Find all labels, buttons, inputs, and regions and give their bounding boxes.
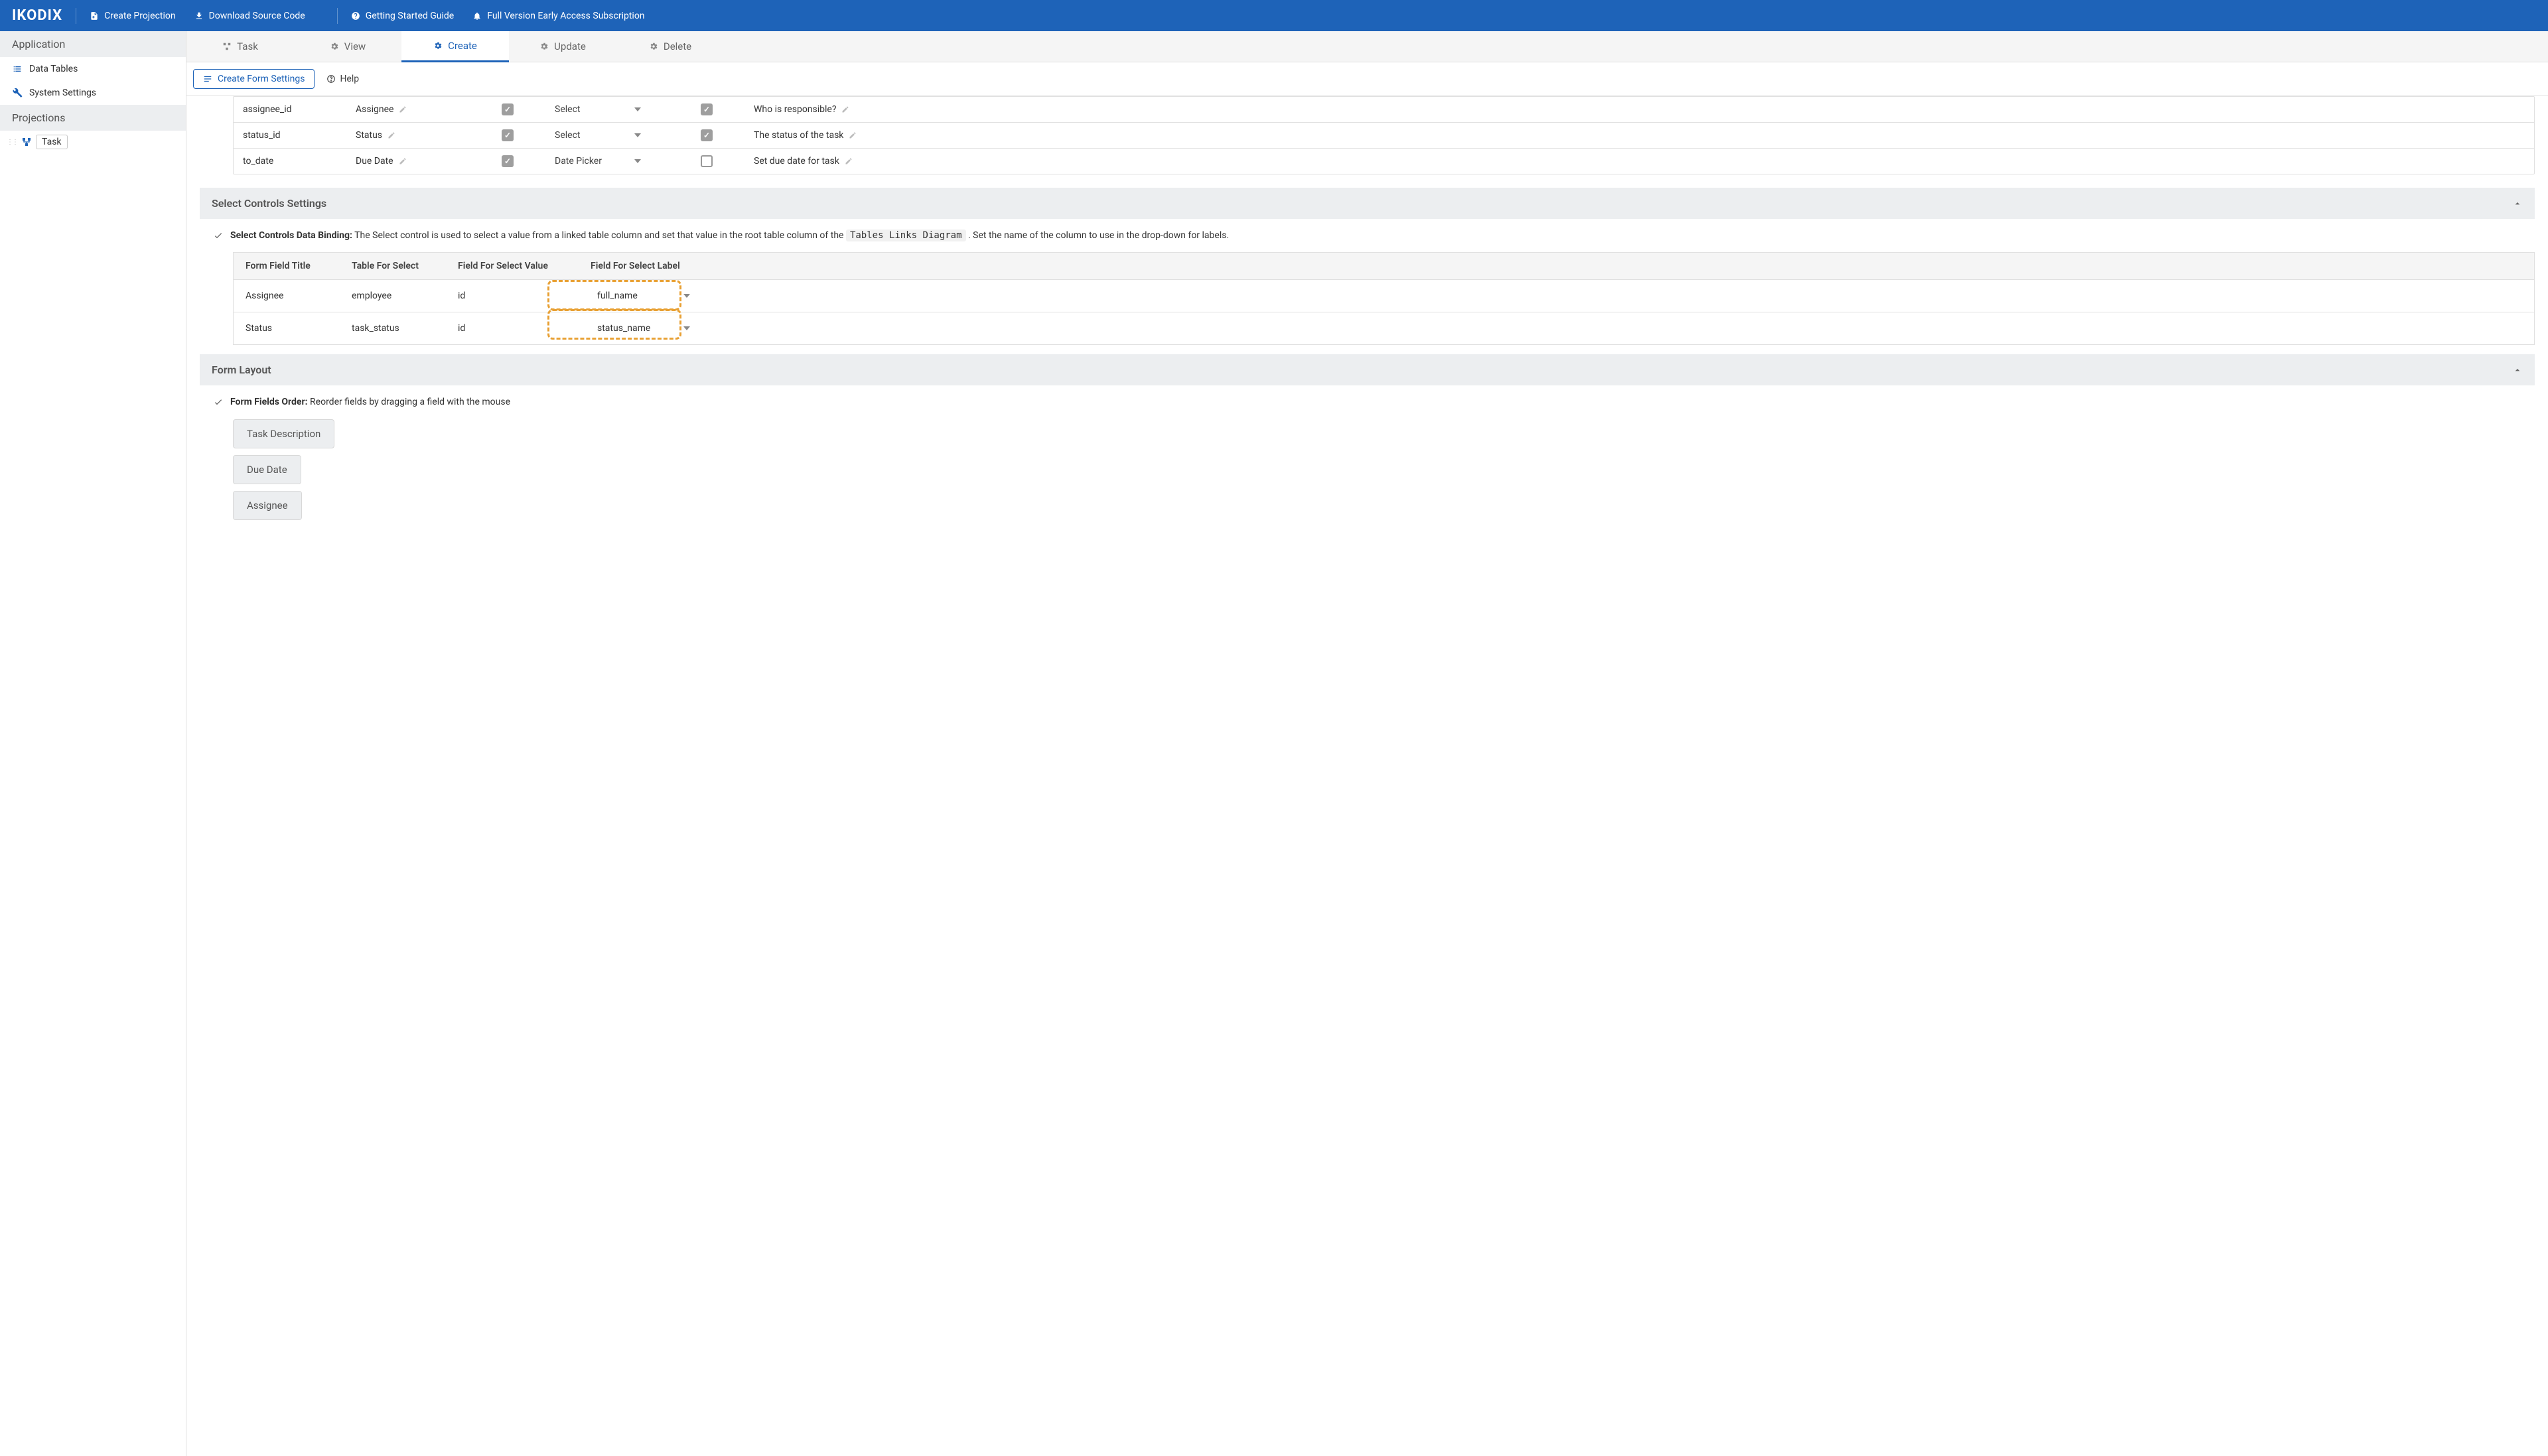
sc-table-name: task_status	[352, 323, 458, 334]
bell-icon	[472, 11, 482, 21]
field-row: assignee_id Assignee Select Who is respo…	[234, 97, 2534, 122]
wrench-icon	[12, 88, 23, 98]
create-form-settings-button[interactable]: Create Form Settings	[193, 69, 315, 89]
sc-row: Assignee employee id full_name	[234, 279, 2534, 312]
field-row: to_date Due Date Date Picker Set due dat…	[234, 148, 2534, 174]
sidebar-section-application: Application	[0, 31, 186, 57]
getting-started-link[interactable]: Getting Started Guide	[351, 11, 455, 21]
chevron-up-icon	[2512, 365, 2523, 375]
main-area: Task View Create Update Delete	[186, 31, 2548, 1456]
pencil-icon[interactable]	[841, 105, 849, 113]
panel-form-layout[interactable]: Form Layout	[200, 354, 2535, 385]
tab-task[interactable]: Task	[186, 31, 294, 62]
pencil-icon[interactable]	[849, 131, 857, 139]
logo: IKODIX	[12, 7, 62, 24]
sidebar: Application Data Tables System Settings …	[0, 31, 186, 1456]
sc-value-field: id	[458, 323, 591, 334]
layout-chip[interactable]: Task Description	[233, 419, 334, 448]
form-layout-list: Task Description Due Date Assignee	[200, 419, 2535, 527]
sc-value-field: id	[458, 291, 591, 301]
sc-label-select[interactable]: status_name	[591, 319, 697, 338]
form-layout-info: Form Fields Order: Reorder fields by dra…	[200, 385, 2535, 419]
checkbox[interactable]	[701, 103, 713, 115]
code-chip: Tables Links Diagram	[846, 230, 966, 241]
gear-icon	[433, 41, 443, 50]
check-icon	[213, 397, 224, 407]
check-icon	[213, 230, 224, 241]
tab-delete[interactable]: Delete	[616, 31, 724, 62]
create-projection-link[interactable]: Create Projection	[90, 11, 175, 21]
file-plus-icon	[90, 11, 99, 21]
gear-icon	[330, 42, 339, 51]
sc-title: Status	[246, 323, 352, 334]
sc-header-row: Form Field Title Table For Select Field …	[234, 253, 2534, 279]
pencil-icon[interactable]	[845, 157, 853, 165]
field-title-cell: Status	[356, 130, 502, 141]
select-controls-table: Form Field Title Table For Select Field …	[233, 252, 2535, 345]
projection-item-task[interactable]: ⋮⋮ Task	[0, 131, 186, 153]
help-button[interactable]: Help	[326, 74, 359, 84]
field-title-cell: Assignee	[356, 104, 502, 115]
control-type-select[interactable]: Select	[555, 130, 641, 141]
checkbox[interactable]	[701, 129, 713, 141]
form-fields-table: assignee_id Assignee Select Who is respo…	[233, 96, 2535, 174]
sc-label-select[interactable]: full_name	[591, 287, 697, 305]
hierarchy-icon	[21, 137, 32, 147]
layout-chip[interactable]: Due Date	[233, 455, 301, 484]
checkbox[interactable]	[502, 103, 514, 115]
gear-icon	[649, 42, 658, 51]
pencil-icon[interactable]	[399, 105, 407, 113]
header-divider	[337, 8, 338, 24]
checkbox[interactable]	[502, 129, 514, 141]
caret-down-icon	[683, 326, 690, 330]
control-type-select[interactable]: Date Picker	[555, 156, 641, 166]
subscription-link[interactable]: Full Version Early Access Subscription	[472, 11, 644, 21]
panel-select-controls[interactable]: Select Controls Settings	[200, 188, 2535, 219]
field-hint-cell: The status of the task	[754, 130, 2525, 141]
caret-down-icon	[683, 294, 690, 298]
sidebar-section-projections: Projections	[0, 105, 186, 131]
control-type-select[interactable]: Select	[555, 104, 641, 115]
download-icon	[194, 11, 204, 21]
list-icon	[12, 64, 23, 74]
caret-down-icon	[634, 133, 641, 137]
checkbox[interactable]	[701, 155, 713, 167]
sc-title: Assignee	[246, 291, 352, 301]
chevron-up-icon	[2512, 198, 2523, 209]
app-header: IKODIX Create Projection Download Source…	[0, 0, 2548, 31]
content-scroll[interactable]: assignee_id Assignee Select Who is respo…	[186, 96, 2548, 1456]
sidebar-item-data-tables[interactable]: Data Tables	[0, 57, 186, 81]
field-hint-cell: Who is responsible?	[754, 104, 2525, 115]
tab-create[interactable]: Create	[401, 31, 509, 62]
sub-toolbar: Create Form Settings Help	[186, 62, 2548, 96]
checkbox[interactable]	[502, 155, 514, 167]
field-title-cell: Due Date	[356, 156, 502, 166]
caret-down-icon	[634, 159, 641, 163]
form-icon	[203, 74, 212, 84]
caret-down-icon	[634, 107, 641, 111]
select-controls-info: Select Controls Data Binding: The Select…	[200, 219, 2535, 252]
hierarchy-icon	[222, 42, 232, 51]
pencil-icon[interactable]	[388, 131, 395, 139]
tabs-bar: Task View Create Update Delete	[186, 31, 2548, 62]
sc-table-name: employee	[352, 291, 458, 301]
tab-view[interactable]: View	[294, 31, 401, 62]
gear-icon	[539, 42, 549, 51]
layout-chip[interactable]: Assignee	[233, 491, 302, 520]
download-source-link[interactable]: Download Source Code	[194, 11, 305, 21]
projection-chip[interactable]: Task	[36, 135, 68, 149]
help-circle-icon	[326, 74, 336, 84]
field-name-cell: to_date	[243, 156, 356, 166]
help-circle-icon	[351, 11, 360, 21]
pencil-icon[interactable]	[399, 157, 407, 165]
tab-update[interactable]: Update	[509, 31, 616, 62]
field-hint-cell: Set due date for task	[754, 156, 2525, 166]
sidebar-item-system-settings[interactable]: System Settings	[0, 81, 186, 105]
drag-handle-icon[interactable]: ⋮⋮	[7, 139, 17, 146]
field-name-cell: assignee_id	[243, 104, 356, 115]
field-row: status_id Status Select The status of th…	[234, 122, 2534, 148]
field-name-cell: status_id	[243, 130, 356, 141]
sc-row: Status task_status id status_name	[234, 312, 2534, 344]
